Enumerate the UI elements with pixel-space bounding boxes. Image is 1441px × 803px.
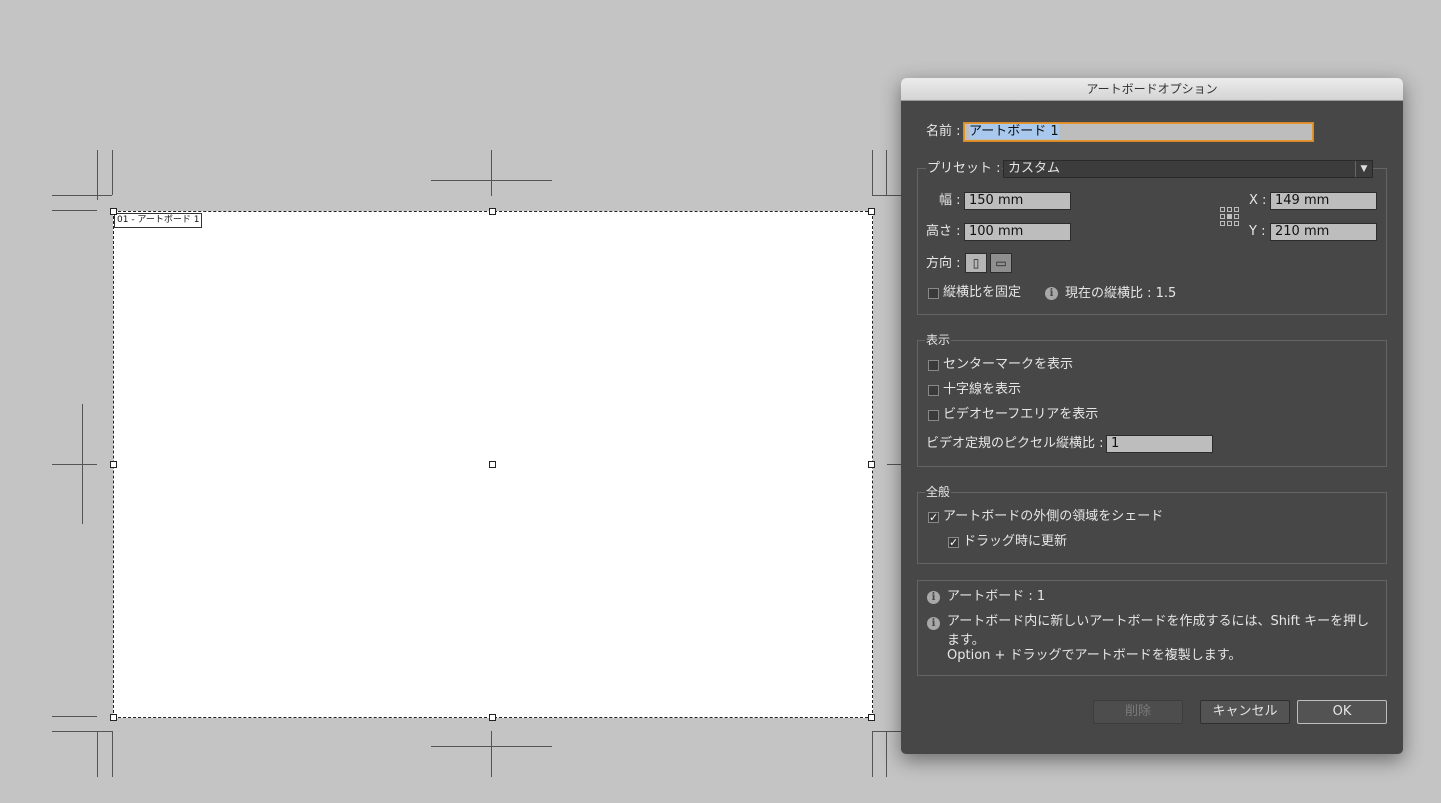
resize-handle-bottom-left[interactable] xyxy=(110,714,117,721)
preset-label: プリセット : xyxy=(926,160,1002,178)
width-label: 幅 : xyxy=(939,193,961,208)
reference-point-icon[interactable] xyxy=(1220,207,1239,226)
landscape-orientation-icon[interactable]: ▭ xyxy=(990,253,1012,273)
general-group xyxy=(917,492,1387,564)
hint-text-line1: アートボード内に新しいアートボードを作成するには、Shift キーを押し xyxy=(947,614,1370,629)
crop-mark xyxy=(52,464,97,465)
info-icon: i xyxy=(927,617,940,630)
height-label: 高さ : xyxy=(926,224,961,239)
name-label: 名前 : xyxy=(926,124,961,139)
resize-handle-top-left[interactable] xyxy=(110,208,117,215)
info-icon: i xyxy=(1045,287,1058,300)
cancel-button[interactable]: キャンセル xyxy=(1200,700,1290,724)
x-input[interactable]: 149 mm xyxy=(1270,192,1377,210)
preset-value: カスタム xyxy=(1008,161,1061,176)
general-group-title: 全般 xyxy=(925,485,952,499)
artboard-count-text: アートボード : 1 xyxy=(947,589,1046,604)
crop-mark xyxy=(872,150,873,196)
constrain-proportions-checkbox[interactable] xyxy=(928,288,939,299)
ok-button[interactable]: OK xyxy=(1297,700,1387,724)
fade-outside-checkbox[interactable]: ✓ xyxy=(928,512,939,523)
resize-handle-left[interactable] xyxy=(110,461,117,468)
resize-handle-bottom[interactable] xyxy=(489,714,496,721)
x-label: X : xyxy=(1249,193,1267,208)
artboard-options-dialog: アートボードオプション 名前 : アートボード 1 プリセット : カスタム ▼… xyxy=(901,78,1403,754)
center-mark-label: センターマークを表示 xyxy=(943,357,1074,372)
video-safe-label: ビデオセーフエリアを表示 xyxy=(943,407,1099,422)
display-group-title: 表示 xyxy=(925,333,952,347)
hint-text-line3: Option + ドラッグでアートボードを複製します。 xyxy=(947,648,1242,663)
name-input-value: アートボード 1 xyxy=(969,124,1059,139)
fade-outside-label: アートボードの外側の領域をシェード xyxy=(943,509,1164,524)
orientation-label: 方向 : xyxy=(926,256,961,271)
center-handle[interactable] xyxy=(489,461,496,468)
crop-mark xyxy=(52,716,97,717)
resize-handle-right[interactable] xyxy=(868,461,875,468)
name-input[interactable]: アートボード 1 xyxy=(964,123,1313,141)
info-icon: i xyxy=(927,591,940,604)
resize-handle-top-right[interactable] xyxy=(868,208,875,215)
crop-mark xyxy=(97,150,98,200)
crop-mark xyxy=(491,150,492,196)
crop-mark xyxy=(431,180,552,181)
crop-mark xyxy=(52,731,112,732)
crop-mark xyxy=(112,731,113,777)
portrait-orientation-icon[interactable]: ▯ xyxy=(965,253,987,273)
update-while-dragging-label: ドラッグ時に更新 xyxy=(963,534,1068,549)
crop-mark xyxy=(887,464,901,465)
crop-mark xyxy=(491,731,492,777)
pixel-ratio-input[interactable]: 1 xyxy=(1106,435,1213,453)
height-input[interactable]: 100 mm xyxy=(964,223,1071,241)
width-input[interactable]: 150 mm xyxy=(964,192,1071,210)
crop-mark xyxy=(872,731,873,777)
resize-handle-top[interactable] xyxy=(489,208,496,215)
crop-mark xyxy=(52,210,97,211)
crop-mark xyxy=(886,150,887,196)
pixel-ratio-label: ビデオ定規のピクセル縦横比 : xyxy=(926,436,1104,451)
constrain-proportions-label: 縦横比を固定 xyxy=(943,285,1022,300)
delete-button[interactable]: 削除 xyxy=(1093,700,1183,724)
preset-dropdown[interactable]: カスタム ▼ xyxy=(1003,160,1373,178)
crop-mark xyxy=(52,195,112,196)
cross-hairs-checkbox[interactable] xyxy=(928,385,939,396)
crop-mark xyxy=(872,195,901,196)
crop-mark xyxy=(112,150,113,195)
crop-mark xyxy=(886,731,887,777)
resize-handle-bottom-right[interactable] xyxy=(868,714,875,721)
cross-hairs-label: 十字線を表示 xyxy=(943,382,1022,397)
crop-mark xyxy=(97,731,98,777)
dialog-title[interactable]: アートボードオプション xyxy=(901,78,1403,101)
center-mark-checkbox[interactable] xyxy=(928,360,939,371)
y-input[interactable]: 210 mm xyxy=(1270,223,1377,241)
y-label: Y : xyxy=(1249,224,1266,239)
update-while-dragging-checkbox[interactable]: ✓ xyxy=(948,537,959,548)
artboard-name-label: 01 - アートボード 1 xyxy=(114,213,203,228)
video-safe-checkbox[interactable] xyxy=(928,410,939,421)
chevron-down-icon: ▼ xyxy=(1355,161,1372,177)
current-ratio-text: 現在の縦横比 : 1.5 xyxy=(1065,286,1177,301)
